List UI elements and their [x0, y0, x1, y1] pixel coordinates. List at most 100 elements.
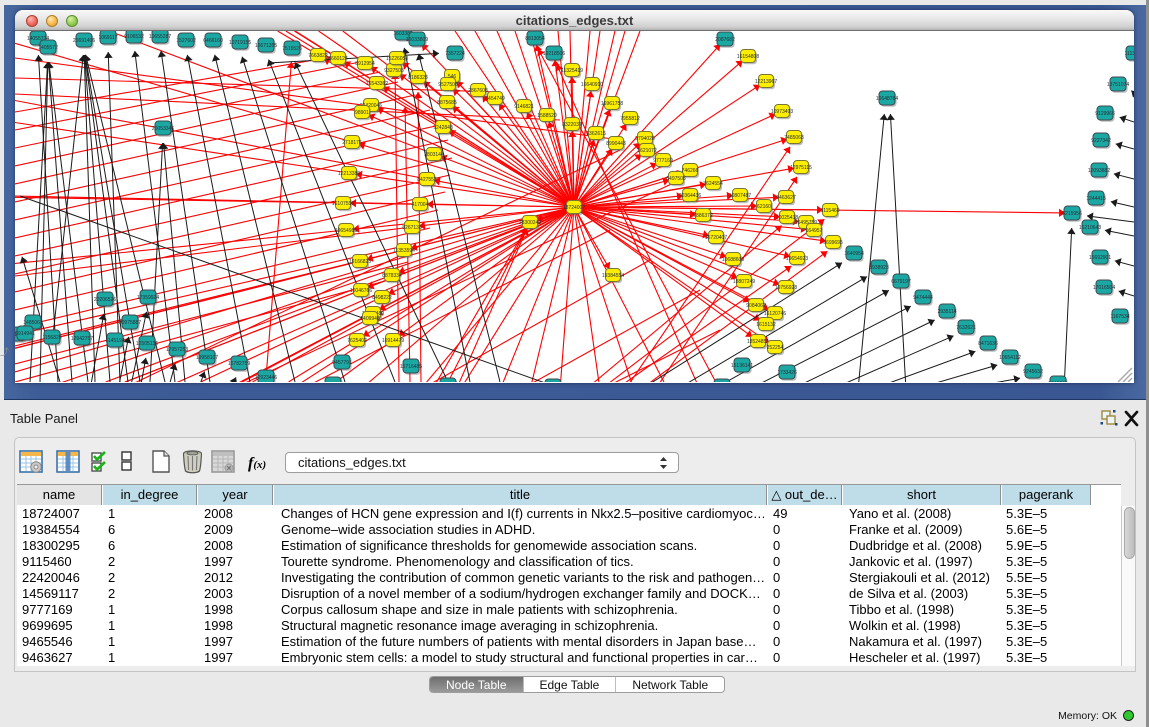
svg-text:19958107: 19958107 [196, 355, 218, 361]
svg-text:8427552: 8427552 [417, 177, 437, 183]
svg-text:6679197: 6679197 [891, 279, 911, 285]
svg-text:12923446: 12923446 [255, 375, 277, 381]
svg-text:9106532: 9106532 [124, 34, 144, 40]
svg-text:1733426: 1733426 [777, 370, 797, 376]
svg-text:1113451: 1113451 [1125, 51, 1134, 57]
svg-text:8878334: 8878334 [382, 273, 402, 279]
svg-text:16640910: 16640910 [581, 82, 603, 88]
svg-text:2803144: 2803144 [424, 152, 444, 158]
svg-text:2718176: 2718176 [342, 140, 362, 146]
svg-text:9474444: 9474444 [913, 295, 933, 301]
svg-text:15692901: 15692901 [1089, 255, 1111, 261]
svg-text:746266: 746266 [682, 168, 699, 174]
svg-text:1615132: 1615132 [756, 322, 776, 328]
svg-text:9245631: 9245631 [1048, 381, 1068, 382]
svg-text:15226058: 15226058 [386, 56, 408, 62]
svg-text:12213967: 12213967 [755, 79, 777, 85]
svg-text:28300243: 28300243 [519, 220, 541, 226]
svg-text:9084067: 9084067 [746, 303, 766, 309]
svg-text:7632621: 7632621 [956, 325, 976, 331]
svg-text:1405572: 1405572 [38, 45, 58, 51]
svg-text:1527602: 1527602 [176, 38, 196, 44]
svg-text:9245632: 9245632 [1023, 369, 1043, 375]
svg-text:1621072: 1621072 [637, 148, 657, 154]
svg-text:62160: 62160 [757, 204, 771, 210]
svg-text:1485061: 1485061 [23, 320, 43, 326]
svg-text:10973493: 10973493 [771, 109, 793, 115]
svg-text:16120746: 16120746 [764, 311, 786, 317]
svg-text:20691406: 20691406 [73, 38, 95, 44]
svg-text:12975115: 12975115 [790, 165, 812, 171]
svg-text:9146821: 9146821 [514, 104, 534, 110]
svg-text:8471636: 8471636 [978, 341, 998, 347]
svg-text:1167534: 1167534 [1110, 314, 1129, 320]
svg-text:16154808: 16154808 [737, 54, 759, 60]
svg-text:1588520: 1588520 [537, 113, 557, 119]
svg-text:1145194: 1145194 [105, 338, 124, 344]
svg-text:7357224: 7357224 [445, 51, 465, 57]
svg-text:7886372: 7886372 [693, 213, 713, 219]
svg-text:8875685: 8875685 [437, 100, 457, 106]
svg-text:8990443: 8990443 [606, 141, 626, 147]
svg-text:6497508: 6497508 [666, 176, 686, 182]
svg-text:11353594: 11353594 [393, 248, 415, 254]
svg-text:12942757: 12942757 [71, 336, 93, 342]
svg-text:15716485: 15716485 [400, 364, 422, 370]
svg-text:16107556: 16107556 [332, 201, 354, 207]
svg-text:1362615: 1362615 [586, 131, 606, 137]
svg-text:12505135: 12505135 [136, 341, 158, 347]
svg-text:7955812: 7955812 [620, 116, 640, 122]
svg-text:417004: 417004 [412, 202, 429, 208]
svg-text:2087682: 2087682 [715, 37, 735, 43]
svg-text:19654985: 19654985 [335, 228, 357, 234]
svg-text:9777169: 9777169 [653, 158, 673, 164]
svg-text:252254: 252254 [767, 345, 784, 351]
svg-text:2867608: 2867608 [468, 88, 488, 94]
svg-text:9327503: 9327503 [384, 68, 404, 74]
svg-text:9463627: 9463627 [776, 195, 796, 201]
svg-text:8186328: 8186328 [408, 75, 428, 81]
svg-text:15136141: 15136141 [731, 363, 753, 369]
svg-text:15720407: 15720407 [705, 235, 727, 241]
svg-text:16782759: 16782759 [228, 361, 250, 367]
svg-text:9115460: 9115460 [820, 208, 839, 214]
svg-text:16210643: 16210643 [1079, 225, 1101, 231]
svg-text:9129966: 9129966 [1095, 111, 1115, 117]
svg-text:20364436: 20364436 [679, 193, 701, 199]
svg-text:16671355: 16671355 [255, 43, 277, 49]
svg-text:19756928: 19756928 [775, 285, 797, 291]
svg-text:18724007: 18724007 [563, 205, 585, 211]
svg-text:16648784: 16648784 [876, 96, 898, 102]
svg-text:8267130: 8267130 [402, 225, 422, 231]
svg-text:9794028: 9794028 [635, 136, 655, 142]
svg-text:3914941: 3914941 [15, 331, 35, 337]
svg-text:1069117: 1069117 [98, 35, 117, 41]
svg-text:20053346: 20053346 [152, 126, 174, 132]
svg-text:19654923: 19654923 [786, 256, 808, 262]
svg-text:10807487: 10807487 [729, 193, 751, 199]
svg-text:16914479: 16914479 [382, 338, 404, 344]
svg-text:16961758: 16961758 [601, 101, 623, 107]
svg-text:98901: 98901 [355, 110, 369, 116]
svg-text:9242848: 9242848 [433, 125, 453, 131]
svg-text:8660124: 8660124 [328, 56, 348, 62]
svg-text:10654112: 10654112 [999, 355, 1021, 361]
svg-text:12093882: 12093882 [1088, 168, 1110, 174]
svg-text:6466160: 6466160 [203, 38, 223, 44]
svg-text:9527508: 9527508 [438, 82, 458, 88]
svg-text:8813054: 8813054 [525, 36, 545, 42]
svg-text:1156829: 1156829 [42, 335, 61, 341]
svg-text:164957: 164957 [806, 228, 823, 234]
svg-text:20206526: 20206526 [94, 297, 116, 303]
svg-text:9227342: 9227342 [1091, 138, 1111, 144]
svg-text:9699695: 9699695 [823, 240, 843, 246]
svg-text:1409948: 1409948 [360, 316, 380, 322]
svg-text:17359924: 17359924 [137, 295, 159, 301]
svg-text:16046766: 16046766 [350, 288, 372, 294]
svg-text:8498222: 8498222 [372, 295, 392, 301]
svg-text:10719155: 10719155 [229, 40, 251, 46]
svg-text:8912954: 8912954 [355, 61, 375, 67]
svg-text:11325419: 11325419 [561, 68, 583, 74]
svg-text:30975887: 30975887 [119, 320, 141, 326]
svg-text:13751074: 13751074 [1107, 82, 1129, 88]
